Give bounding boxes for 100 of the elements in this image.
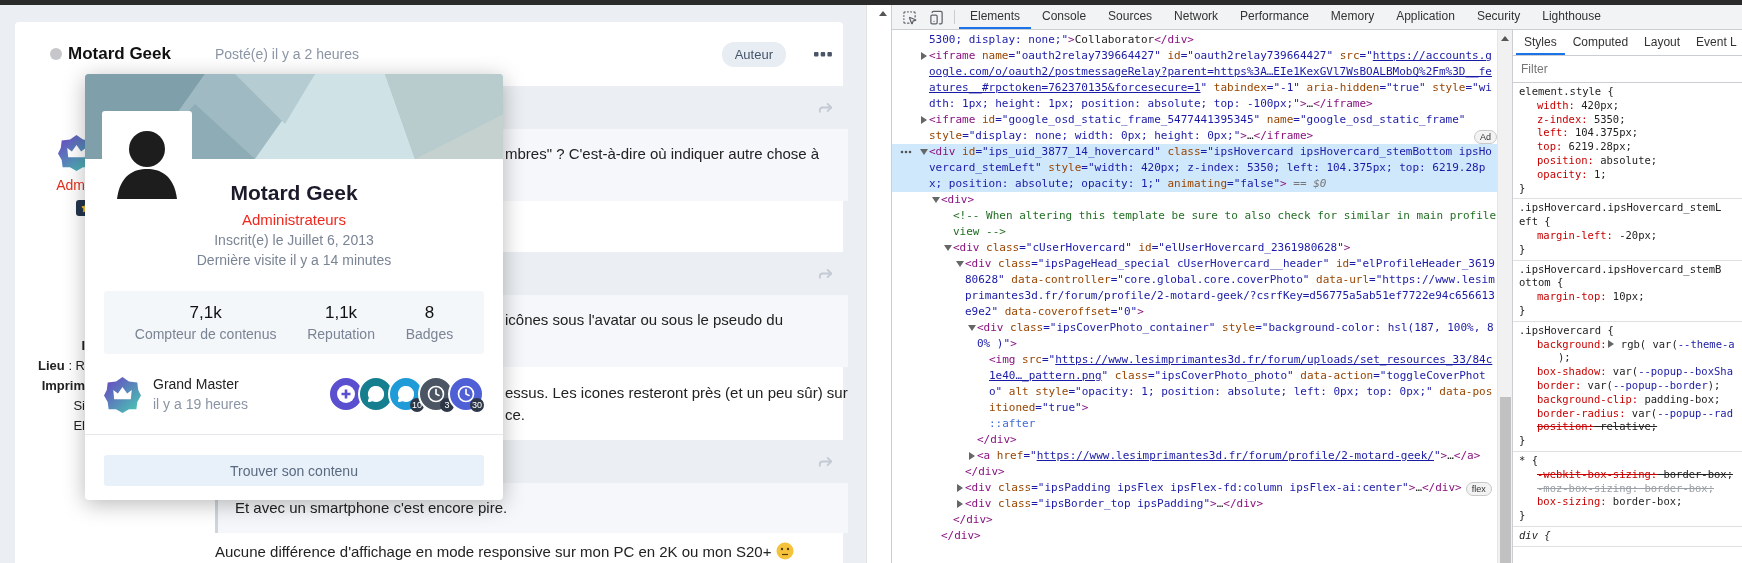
css-property-name: width: [1537, 98, 1575, 111]
dom-node-row[interactable]: <div> [892, 192, 1497, 208]
hovercard-name: Motard Geek [230, 181, 358, 205]
css-property-value: var(--popup--border); [1586, 378, 1721, 391]
expand-triangle-icon[interactable] [955, 499, 965, 509]
css-selector: .ipsHovercard.ipsHovercard_stemBottom { [1519, 262, 1723, 291]
css-property-value: absolute; [1599, 154, 1658, 166]
profile-field: El [73, 416, 85, 436]
css-property-value: border-box; [1643, 481, 1714, 494]
css-property-value: border-box; [1611, 495, 1683, 508]
post-text: Aucune différence d'affichage en mode responsive sur mon PC en 2K ou mon S20+ [215, 541, 848, 563]
css-property-value: 6219.28px; [1567, 140, 1632, 153]
rank-badge-icon [104, 375, 141, 413]
code-line: <div class="ipsPageHead_special cUserHovercard__header" id="elProfileHeader_361980628" data-controller="core.global.core.coverPhoto" data-url="https://www.lesimprimantes3d.fr/forum/profile/2-motard-geek/?csrfKey=d56775a5ab51ef7722e94c656613e9e2" data-coveroffset="0"> [965, 256, 1496, 320]
devtools-tab[interactable]: Elements [959, 5, 1032, 29]
css-property-value: border-box; [1662, 467, 1733, 480]
devtools-tab[interactable]: Lighthouse [1531, 5, 1612, 29]
css-property-name: -webkit-box-sizing: [1537, 467, 1658, 480]
code-line: <iframe id="google_osd_static_frame_5477441395345" name="google_osd_static_frame" style="display: none; width: 0px; height: 0px;">…</iframe> [929, 112, 1467, 144]
collapse-triangle-icon[interactable] [955, 259, 965, 269]
profile-field: Lieu : R [38, 356, 85, 376]
css-property-name: border: [1537, 378, 1582, 391]
css-property-name: position: [1537, 420, 1594, 433]
code-line: 5300; display: none;">Collaborator</div> [929, 32, 1194, 48]
author-link[interactable]: Motard Geek [68, 44, 171, 64]
expand-triangle-icon[interactable] [919, 115, 929, 125]
stat-label: Reputation [307, 324, 375, 344]
css-brace: } [1519, 509, 1527, 523]
css-selector: .ipsHovercard { [1519, 323, 1615, 338]
devtools-tab[interactable]: Application [1385, 5, 1466, 29]
hovercard-group: Administrateurs [241, 211, 347, 228]
stat-value: 1,1k [325, 301, 358, 324]
css-property-value: 1; [1592, 167, 1607, 180]
css-brace: } [1519, 181, 1527, 196]
css-selector: * { [1519, 453, 1539, 468]
scrollbar-thumb[interactable] [1499, 397, 1511, 563]
more-icon[interactable] [899, 150, 912, 154]
css-property-name: top: [1537, 140, 1563, 153]
css-brace: } [1519, 434, 1527, 448]
css-property-name: border-radius: [1537, 406, 1626, 419]
css-property-value: rgb( var(--theme-a [1619, 337, 1735, 350]
dom-node-row[interactable]: 5300; display: none;">Collaborator</div> [892, 32, 1497, 48]
post-date: Posté(e) il y a 2 heures [215, 46, 360, 62]
css-property-value: padding-box; [1643, 392, 1721, 405]
author-badge: Auteur [721, 41, 786, 67]
styles-tab[interactable]: Styles [1516, 30, 1565, 55]
devtools-tab[interactable]: Memory [1319, 5, 1386, 29]
dom-node-row[interactable]: <div class="ipsPadding ipsFlex ipsFlex-fd:column ipsFlex-ai:center">…</div> flex [892, 480, 1497, 496]
collapse-triangle-icon[interactable] [943, 243, 953, 253]
devtools-tab[interactable]: Performance [1229, 5, 1320, 29]
code-line: </div> [941, 528, 981, 544]
more-button[interactable] [814, 51, 832, 57]
code-line: </div> [953, 512, 993, 528]
scroll-up-icon[interactable] [1501, 36, 1509, 41]
joined-date: Inscrit(e) le Juillet 6, 2013 [214, 231, 374, 250]
code-line: <iframe name="oauth2relay739664427" id="oauth2relay739664427" src="https://accounts.google.com/o/oauth2/postmessageRelay?parent=https%3A…EIe1KexGVl7WsBOALBMobQ%2Fm%3D__features__#rpctoken=762370135&forcesecure=1" tabindex="-1" aria-hidden="true" style="width: 1px; height: 1px; position: absolute; top: -100px;">…</iframe> [929, 48, 1493, 112]
expand-triangle-icon[interactable] [955, 483, 965, 493]
css-property-value: relative; [1599, 420, 1658, 433]
css-property-value: 104.375px; [1573, 126, 1639, 139]
code-line: </div> [977, 432, 1017, 448]
styles-tab[interactable]: Layout [1636, 30, 1689, 55]
dom-node-row[interactable]: <div class="cUserHovercard" id="elUserHovercard_2361980628"> [892, 240, 1497, 256]
css-property-value: ); [1557, 351, 1572, 366]
devtools-tab[interactable]: Sources [1097, 5, 1164, 29]
dom-node-row[interactable]: <div class="ipsBorder_top ipsPadding">…</div> [892, 496, 1497, 512]
stat-label: Compteur de contenus [134, 324, 277, 344]
dom-node-row[interactable]: ::after [892, 416, 1497, 432]
css-property-value: var(--popup--rad [1630, 406, 1733, 419]
devtools-tab[interactable]: Console [1031, 5, 1098, 29]
code-line: <div class="ipsBorder_top ipsPadding">…</div> [965, 496, 1264, 512]
styles-tab[interactable]: Computed [1564, 30, 1637, 55]
css-property-name: margin-top: [1537, 290, 1607, 303]
scroll-up-icon[interactable] [879, 11, 887, 16]
expand-triangle-icon[interactable] [967, 451, 977, 461]
code-line: <div id="ips_uid_3877_14_hovercard" class="ipsHovercard ipsHovercard_stemBottom ipsHovercard_stemLeft" style="width: 420px; z-index: 5350; left: 104.375px; top: 6219.28px; position: absolute; opacity: 1;" animating="false"> == $0 [929, 144, 1493, 192]
node-badge[interactable]: flex [1465, 482, 1492, 496]
expand-triangle-icon[interactable] [919, 51, 929, 61]
devtools-tab[interactable]: Security [1465, 5, 1532, 29]
styles-tab[interactable]: Event L [1688, 30, 1742, 55]
code-line: <div class="ipsPadding ipsFlex ipsFlex-fd:column ipsFlex-ai:center">…</div> [965, 480, 1462, 496]
stat-value: 8 [424, 301, 435, 324]
dom-node-row[interactable]: <a href="https://www.lesimprimantes3d.fr/forum/profile/2-motard-geek/">…</a> [892, 448, 1497, 464]
css-property-name: -moz-box-sizing: [1537, 481, 1639, 494]
node-badge[interactable]: Ad [1474, 130, 1497, 144]
css-property-value: 420px; [1580, 98, 1620, 111]
devtools-tab[interactable]: Network [1163, 5, 1230, 29]
page-scrollbar[interactable] [866, 5, 892, 563]
post-text: ce. [505, 405, 526, 425]
expand-triangle-icon[interactable] [1606, 339, 1615, 348]
quote-text: mbres" ? C'est-à-dire où indiquer autre chose à [505, 144, 821, 164]
css-property-name: box-sizing: [1537, 495, 1607, 508]
code-line: <img src="https://www.lesimprimantes3d.fr/forum/uploads/set_resources_33/84c1e40…_pattern.png" class="ipsCoverPhoto_photo" data-action="toggleCoverPhoto" alt style="opacity: 1; position: absolute; left: 0px; top: 0px;" data-positioned="true"> [989, 352, 1494, 416]
css-property-value: 5350; [1592, 112, 1626, 125]
rank-time: il y a 19 heures [153, 395, 248, 414]
collapse-triangle-icon[interactable] [931, 195, 941, 205]
css-property-name: margin-left: [1537, 228, 1613, 241]
collapse-triangle-icon[interactable] [967, 323, 977, 333]
collapse-triangle-icon[interactable] [919, 147, 929, 157]
css-selector: div { [1519, 528, 1552, 543]
find-content-button[interactable]: Trouver son contenu [104, 455, 484, 486]
